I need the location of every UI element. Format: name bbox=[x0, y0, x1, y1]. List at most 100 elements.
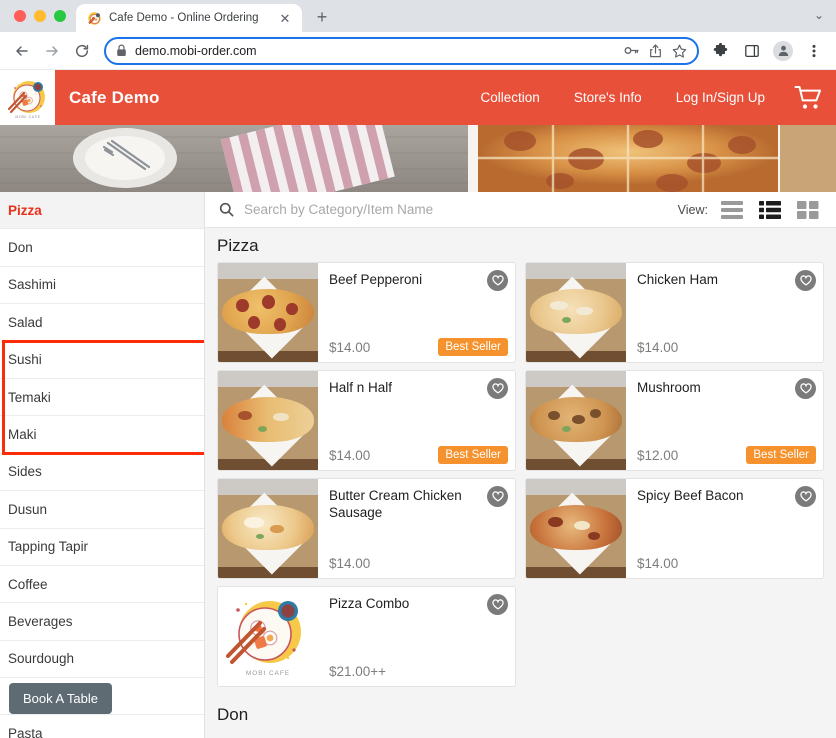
side-panel-icon[interactable] bbox=[738, 37, 766, 65]
bookmark-star-icon[interactable] bbox=[672, 44, 687, 58]
sidebar-item-tapping-tapir[interactable]: Tapping Tapir bbox=[0, 528, 204, 566]
profile-avatar-icon[interactable] bbox=[769, 37, 797, 65]
new-tab-button[interactable]: + bbox=[308, 3, 336, 31]
url-text: demo.mobi-order.com bbox=[135, 43, 257, 58]
category-sidebar[interactable]: Pizza Don Sashimi Salad Sushi Temaki Mak… bbox=[0, 192, 205, 738]
view-list-thumbnail[interactable] bbox=[758, 200, 784, 220]
svg-text:MOBI CAFE: MOBI CAFE bbox=[15, 115, 40, 119]
mobi-cafe-logo-icon: MOBI CAFE bbox=[222, 588, 314, 685]
item-price: $14.00 bbox=[329, 556, 371, 571]
browser-toolbar: demo.mobi-order.com bbox=[0, 32, 836, 70]
section-title-pizza: Pizza bbox=[205, 228, 836, 262]
forward-icon[interactable] bbox=[38, 37, 66, 65]
browser-window: Cafe Demo - Online Ordering ✕ + ⌄ demo.m… bbox=[0, 0, 836, 738]
menu-item-card[interactable]: Half n Half $14.00 Best Seller bbox=[217, 370, 516, 471]
sidebar-item-maki[interactable]: Maki bbox=[0, 416, 204, 454]
favorite-heart-icon[interactable] bbox=[795, 270, 816, 291]
nav-login-signup[interactable]: Log In/Sign Up bbox=[659, 90, 782, 105]
pizza-item-grid: Beef Pepperoni $14.00 Best Seller Chicke… bbox=[205, 262, 836, 697]
reload-icon[interactable] bbox=[68, 37, 96, 65]
search-bar: View: bbox=[205, 192, 836, 228]
item-name: Chicken Ham bbox=[637, 272, 719, 287]
close-icon[interactable]: ✕ bbox=[277, 10, 293, 26]
search-input[interactable] bbox=[244, 202, 678, 217]
sidebar-item-dusun[interactable]: Dusun bbox=[0, 491, 204, 529]
web-page: MOBI CAFE Cafe Demo Collection Store's I… bbox=[0, 70, 836, 738]
menu-item-card[interactable]: Spicy Beef Bacon $14.00 bbox=[525, 478, 824, 579]
chrome-menu-icon[interactable] bbox=[800, 37, 828, 65]
window-traffic-lights bbox=[10, 0, 76, 32]
sidebar-item-pasta[interactable]: Pasta bbox=[0, 715, 204, 738]
view-list[interactable] bbox=[720, 200, 746, 220]
close-window-button[interactable] bbox=[14, 10, 26, 22]
item-thumbnail bbox=[218, 479, 318, 578]
browser-tab[interactable]: Cafe Demo - Online Ordering ✕ bbox=[76, 4, 302, 32]
toolbar-right-icons bbox=[707, 37, 828, 65]
best-seller-badge: Best Seller bbox=[746, 446, 816, 464]
page-content: Pizza Don Sashimi Salad Sushi Temaki Mak… bbox=[0, 192, 836, 738]
nav-stores-info[interactable]: Store's Info bbox=[557, 90, 659, 105]
item-thumbnail bbox=[526, 479, 626, 578]
menu-item-card[interactable]: Chicken Ham $14.00 bbox=[525, 262, 824, 363]
book-a-table-button[interactable]: Book A Table bbox=[9, 683, 112, 714]
sidebar-item-sides[interactable]: Sides bbox=[0, 453, 204, 492]
item-name: Spicy Beef Bacon bbox=[637, 488, 744, 503]
search-icon bbox=[219, 202, 234, 217]
item-thumbnail: MOBI CAFE bbox=[218, 587, 318, 686]
menu-main: View: bbox=[205, 192, 836, 738]
favorite-heart-icon[interactable] bbox=[487, 594, 508, 615]
sidebar-item-don[interactable]: Don bbox=[0, 229, 204, 267]
sidebar-item-beverages[interactable]: Beverages bbox=[0, 603, 204, 641]
menu-item-card[interactable]: MOBI CAFE Pizza Combo $21.00++ bbox=[217, 586, 516, 687]
menu-item-card[interactable]: Beef Pepperoni $14.00 Best Seller bbox=[217, 262, 516, 363]
item-thumbnail bbox=[526, 371, 626, 470]
cart-icon[interactable] bbox=[794, 85, 824, 111]
view-label: View: bbox=[677, 202, 708, 217]
hero-banner bbox=[0, 125, 836, 192]
section-title-don: Don bbox=[205, 697, 836, 731]
sidebar-item-sushi[interactable]: Sushi bbox=[0, 341, 204, 379]
item-thumbnail bbox=[218, 263, 318, 362]
favorite-heart-icon[interactable] bbox=[795, 486, 816, 507]
key-icon[interactable] bbox=[624, 44, 639, 57]
best-seller-badge: Best Seller bbox=[438, 338, 508, 356]
back-icon[interactable] bbox=[8, 37, 36, 65]
item-name: Half n Half bbox=[329, 380, 393, 395]
nav-collection[interactable]: Collection bbox=[464, 90, 557, 105]
item-price: $12.00 bbox=[637, 448, 679, 463]
sidebar-item-temaki[interactable]: Temaki bbox=[0, 378, 204, 417]
svg-text:MOBI CAFE: MOBI CAFE bbox=[246, 670, 290, 677]
item-thumbnail bbox=[526, 263, 626, 362]
favorite-heart-icon[interactable] bbox=[795, 378, 816, 399]
item-price: $14.00 bbox=[637, 340, 679, 355]
menu-item-card[interactable]: Mushroom $12.00 Best Seller bbox=[525, 370, 824, 471]
chevron-down-icon[interactable]: ⌄ bbox=[814, 8, 824, 22]
sidebar-item-sourdough[interactable]: Sourdough bbox=[0, 640, 204, 679]
favorite-heart-icon[interactable] bbox=[487, 378, 508, 399]
menu-item-card[interactable]: Butter Cream Chicken Sausage $14.00 bbox=[217, 478, 516, 579]
cafe-favicon bbox=[87, 11, 102, 26]
address-bar[interactable]: demo.mobi-order.com bbox=[104, 36, 699, 65]
sidebar-item-coffee[interactable]: Coffee bbox=[0, 565, 204, 604]
sidebar-item-pizza[interactable]: Pizza bbox=[0, 192, 204, 230]
sidebar-item-salad[interactable]: Salad bbox=[0, 304, 204, 342]
maximize-window-button[interactable] bbox=[54, 10, 66, 22]
view-switcher: View: bbox=[678, 200, 822, 220]
tab-title: Cafe Demo - Online Ordering bbox=[109, 12, 259, 24]
view-grid[interactable] bbox=[796, 200, 822, 220]
menu-scroll-area[interactable]: Pizza Beef Pepperoni $14.00 Best Seller … bbox=[205, 228, 836, 738]
brand-logo[interactable]: MOBI CAFE bbox=[0, 70, 55, 125]
site-header: MOBI CAFE Cafe Demo Collection Store's I… bbox=[0, 70, 836, 125]
share-icon[interactable] bbox=[649, 43, 662, 58]
item-price: $21.00++ bbox=[329, 664, 387, 679]
lock-icon bbox=[116, 44, 127, 57]
sidebar-item-sashimi[interactable]: Sashimi bbox=[0, 266, 204, 305]
extensions-puzzle-icon[interactable] bbox=[707, 37, 735, 65]
item-name: Beef Pepperoni bbox=[329, 272, 423, 287]
favorite-heart-icon[interactable] bbox=[487, 486, 508, 507]
minimize-window-button[interactable] bbox=[34, 10, 46, 22]
item-price: $14.00 bbox=[329, 340, 371, 355]
brand-name: Cafe Demo bbox=[69, 87, 160, 107]
best-seller-badge: Best Seller bbox=[438, 446, 508, 464]
favorite-heart-icon[interactable] bbox=[487, 270, 508, 291]
